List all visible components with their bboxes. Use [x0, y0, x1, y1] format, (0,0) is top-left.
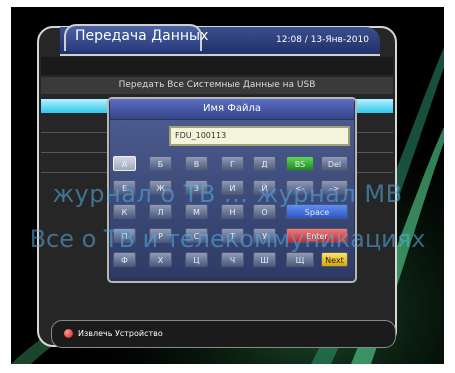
next-button[interactable]: Next — [321, 252, 348, 267]
filename-field[interactable]: FDU_100113 — [169, 126, 350, 146]
delete-button[interactable]: Del — [321, 156, 348, 171]
key-f[interactable]: Ф — [113, 252, 136, 267]
key-shch[interactable]: Щ — [286, 252, 314, 267]
key-d[interactable]: Д — [253, 156, 276, 171]
dialog-title: Имя Файла — [110, 99, 354, 119]
page-title: Передача Данных — [75, 28, 209, 44]
watermark-line-1: журнал о ТВ ... журнал МВ — [52, 180, 403, 208]
header-spacer — [41, 57, 393, 75]
key-sh[interactable]: Ш — [253, 252, 276, 267]
watermark-line-2: Все о ТВ и телекоммуникациях — [29, 225, 426, 253]
backspace-button[interactable]: BS — [286, 156, 314, 171]
key-b[interactable]: Б — [149, 156, 172, 171]
key-v[interactable]: В — [185, 156, 208, 171]
menu-item-transfer-all[interactable]: Передать Все Системные Данные на USB — [41, 77, 393, 94]
key-h[interactable]: Х — [149, 252, 172, 267]
key-g[interactable]: Г — [221, 156, 244, 171]
key-a[interactable]: А — [113, 156, 136, 171]
datetime-readout: 12:08 / 13-Янв-2010 — [276, 35, 369, 45]
red-button-icon — [64, 329, 73, 338]
key-ts[interactable]: Ц — [185, 252, 208, 267]
eject-device-label[interactable]: Извлечь Устройство — [78, 329, 163, 338]
key-ch[interactable]: Ч — [221, 252, 244, 267]
